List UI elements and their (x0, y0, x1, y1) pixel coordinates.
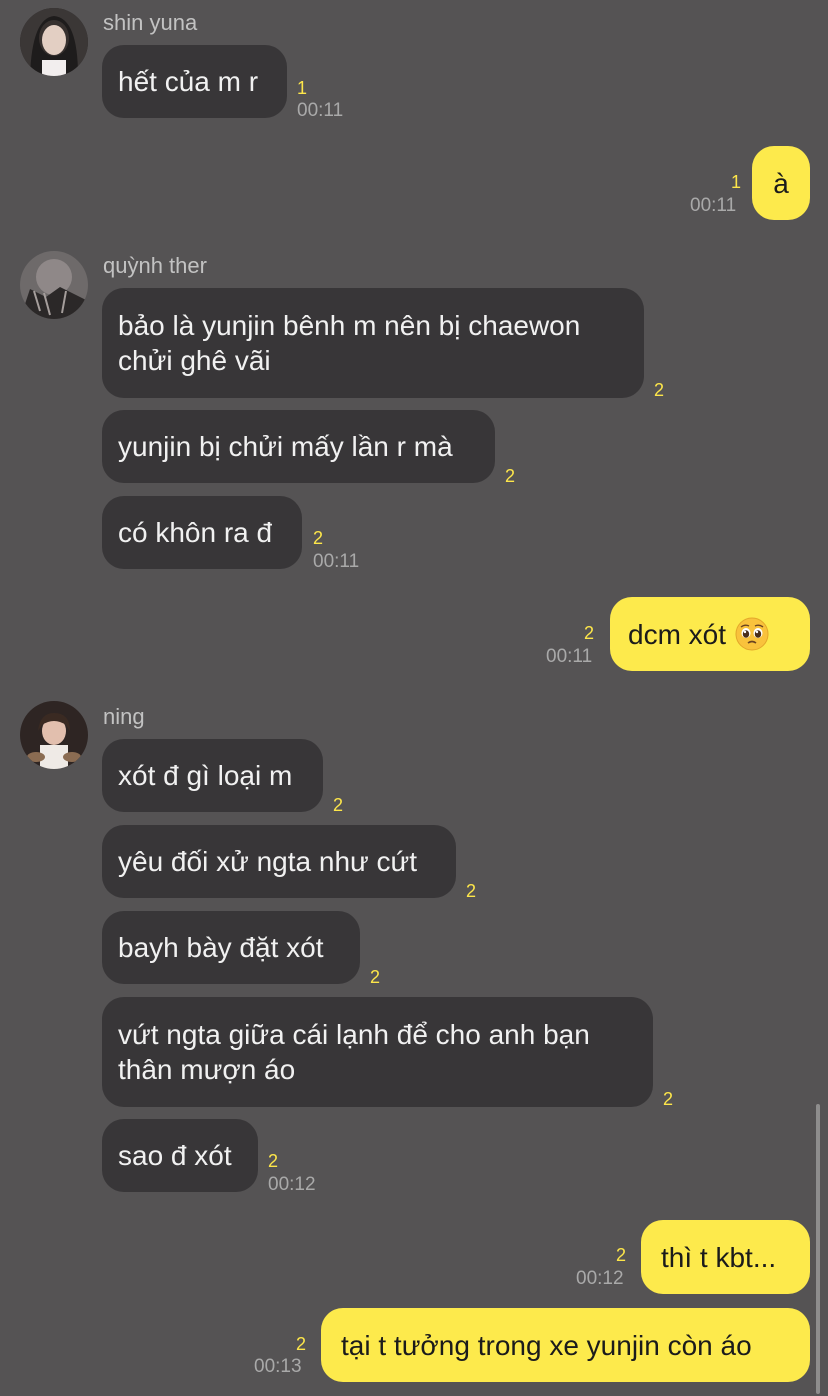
message-text: dcm xót (628, 618, 727, 650)
message-text: à (773, 167, 789, 199)
message-time: 00:12 (268, 1174, 316, 1195)
message-bubble[interactable]: yêu đối xử ngta như cứt (102, 825, 456, 898)
message-text: thì t kbt... (661, 1241, 777, 1273)
unread-count: 2 (268, 1151, 279, 1171)
unread-count: 2 (616, 1245, 627, 1265)
message-text: bayh bày đặt xót (118, 932, 324, 963)
message-text: yêu đối xử ngta như cứt (118, 846, 418, 877)
message-bubble-outgoing[interactable]: thì t kbt... (641, 1220, 810, 1294)
avatar-image (20, 8, 88, 76)
sender-name: quỳnh ther (103, 253, 207, 278)
message-bubble[interactable]: xót đ gì loại m (102, 739, 323, 812)
message-bubble[interactable]: bayh bày đặt xót (102, 911, 360, 984)
pleading-face-emoji (735, 617, 769, 651)
message-time: 00:12 (576, 1268, 624, 1289)
message-text: có khôn ra đ (118, 517, 273, 548)
unread-count: 2 (663, 1089, 674, 1109)
message-text: bảo là yunjin bênh m nên bị chaewon chửi… (118, 310, 581, 376)
message-text: tại t tưởng trong xe yunjin còn áo (341, 1329, 752, 1361)
unread-count: 1 (297, 78, 308, 98)
message-bubble[interactable]: sao đ xót (102, 1119, 258, 1192)
message-bubble[interactable]: có khôn ra đ (102, 496, 302, 569)
message-time: 00:11 (546, 646, 593, 667)
message-time: 00:11 (313, 551, 360, 572)
message-bubble-outgoing[interactable]: à (752, 146, 810, 220)
message-bubble[interactable]: vứt ngta giữa cái lạnh để cho anh bạn th… (102, 997, 653, 1107)
sender-name: ning (103, 704, 145, 729)
message-bubble[interactable]: hết của m r (102, 45, 287, 118)
message-bubble-outgoing[interactable]: tại t tưởng trong xe yunjin còn áo (321, 1308, 810, 1382)
scrollbar[interactable] (816, 1104, 820, 1394)
unread-count: 1 (731, 172, 742, 192)
message-time: 00:11 (297, 100, 344, 121)
unread-count: 2 (313, 528, 324, 548)
unread-count: 2 (466, 881, 477, 901)
unread-count: 2 (654, 380, 665, 400)
message-bubble[interactable]: bảo là yunjin bênh m nên bị chaewon chửi… (102, 288, 644, 398)
message-time: 00:13 (254, 1356, 302, 1377)
avatar-image (20, 251, 88, 319)
sender-name: shin yuna (103, 10, 198, 35)
avatar-image (20, 701, 88, 769)
avatar-ning[interactable] (20, 701, 88, 769)
unread-count: 2 (505, 466, 516, 486)
message-bubble-outgoing[interactable]: dcm xót (610, 597, 810, 671)
unread-count: 2 (333, 795, 344, 815)
message-text: xót đ gì loại m (118, 760, 293, 791)
message-text: sao đ xót (118, 1140, 232, 1171)
unread-count: 2 (370, 967, 381, 987)
unread-count: 2 (584, 623, 595, 643)
unread-count: 2 (296, 1334, 307, 1354)
message-text: yunjin bị chửi mấy lần r mà (118, 431, 453, 462)
message-time: 00:11 (690, 195, 737, 216)
avatar-shin-yuna[interactable] (20, 8, 88, 76)
message-text: vứt ngta giữa cái lạnh để cho anh bạn th… (118, 1019, 590, 1085)
message-bubble[interactable]: yunjin bị chửi mấy lần r mà (102, 410, 495, 483)
avatar-quynh-ther[interactable] (20, 251, 88, 319)
message-text: hết của m r (118, 66, 259, 97)
